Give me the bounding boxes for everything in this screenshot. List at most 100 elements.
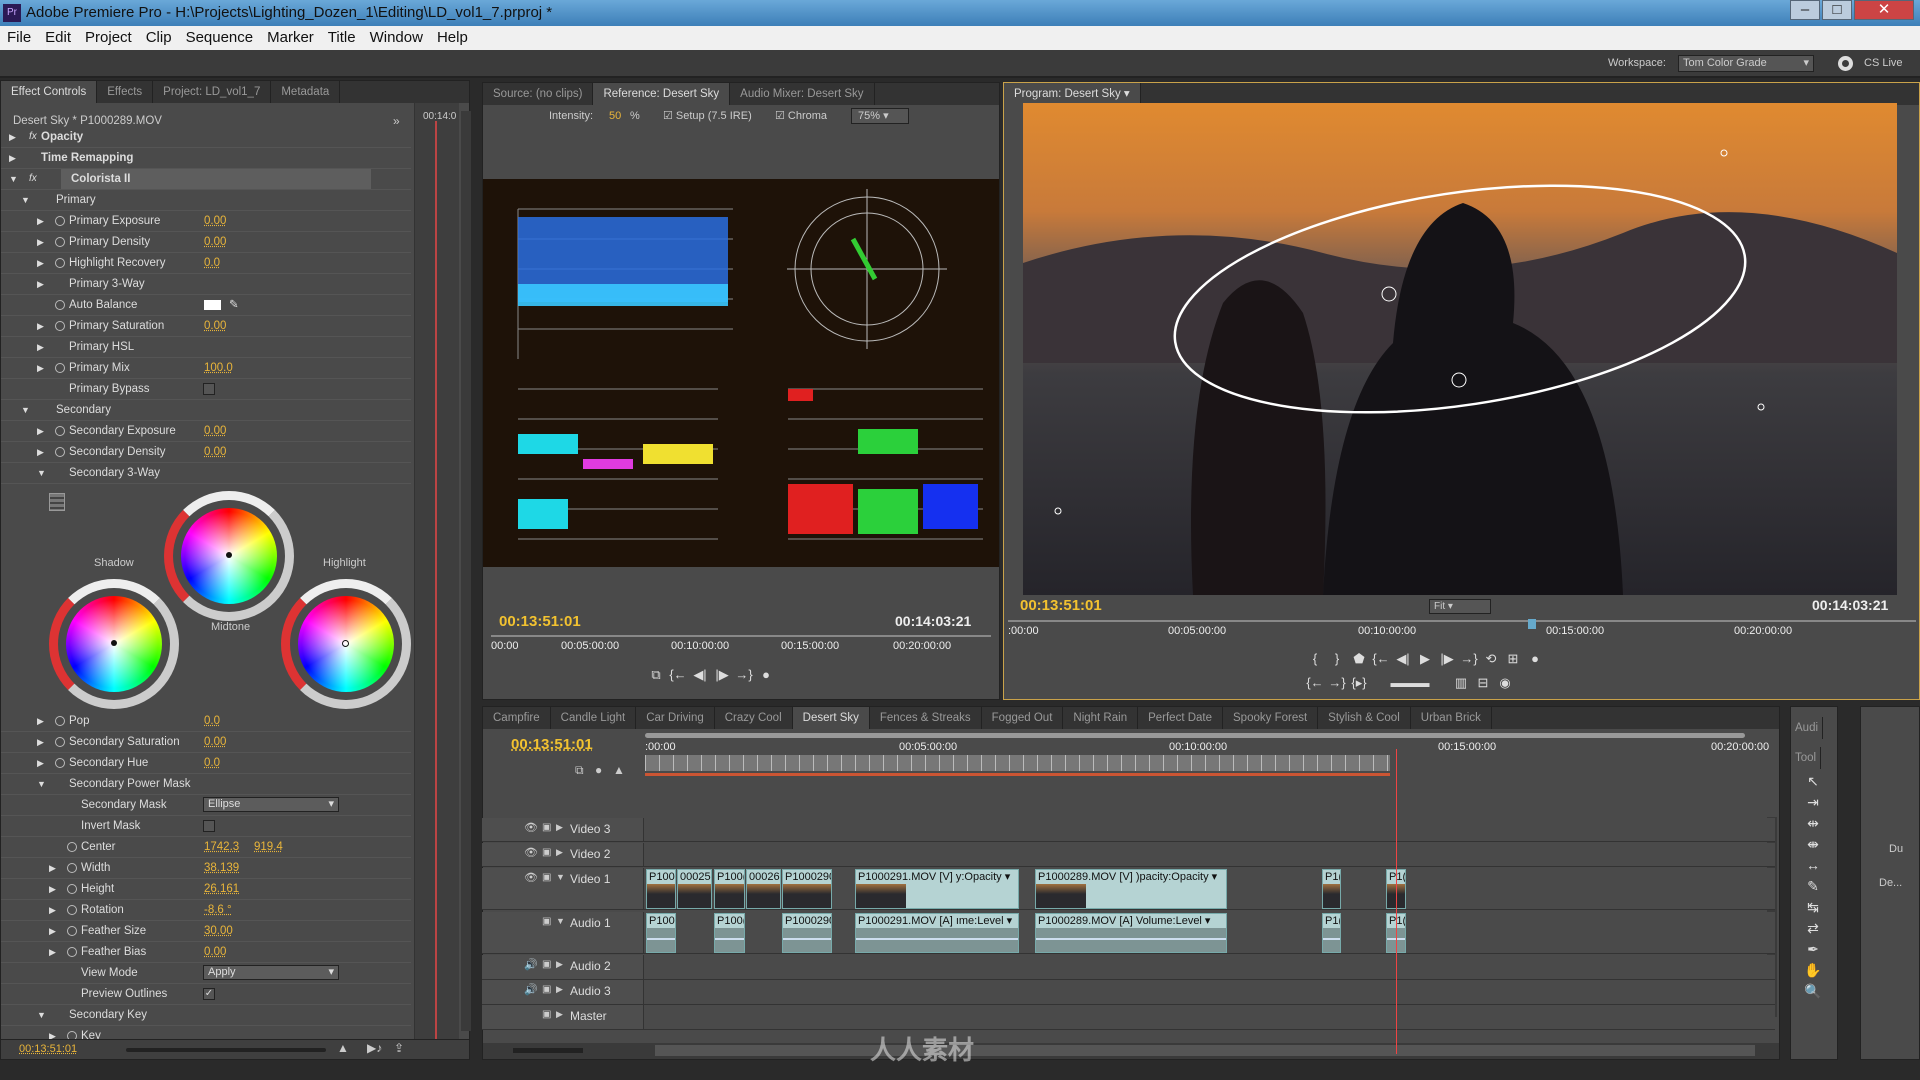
menu-clip[interactable]: Clip (139, 29, 179, 46)
zoom-icon[interactable]: 🔍 (1803, 981, 1823, 1002)
timeline-hscroll[interactable] (655, 1045, 1755, 1056)
sequence-tab-car-driving[interactable]: Car Driving (636, 707, 715, 729)
property-dropdown[interactable]: Ellipse (203, 797, 339, 812)
expand-track-icon[interactable]: ▶ (556, 959, 563, 970)
video-clip[interactable]: P1( (1322, 869, 1341, 909)
sequence-tab-night-rain[interactable]: Night Rain (1063, 707, 1139, 729)
property-value[interactable]: 0.00 (204, 421, 226, 441)
shadow-wheel-handle[interactable] (111, 640, 117, 646)
maximize-button[interactable]: □ (1822, 0, 1852, 20)
timeline-timecode[interactable]: 00:13:51:01 (511, 736, 593, 753)
highlight-wheel-handle[interactable] (342, 640, 349, 647)
go-to-out-icon[interactable]: →} (1458, 651, 1480, 666)
midtone-wheel-handle[interactable] (226, 552, 232, 558)
lift-icon[interactable]: {← (1304, 675, 1326, 690)
tab-tools[interactable]: Tool (1791, 747, 1822, 769)
forward-icon[interactable]: » (393, 114, 400, 128)
shuttle-slider[interactable]: ▬▬▬ (1370, 675, 1450, 690)
tab-audio-meters[interactable]: Audi (1791, 717, 1824, 739)
property-checkbox[interactable] (203, 820, 215, 832)
menu-marker[interactable]: Marker (260, 29, 321, 46)
sync-lock-icon[interactable]: ▣ (542, 984, 551, 995)
audio-clip[interactable]: P1000290 (782, 913, 832, 953)
stopwatch-icon[interactable] (55, 258, 65, 268)
play-icon[interactable]: ▶ (1414, 651, 1436, 667)
stopwatch-icon[interactable] (55, 426, 65, 436)
calculator-icon[interactable] (49, 493, 65, 511)
reference-timecode[interactable]: 00:13:51:01 (499, 613, 581, 630)
stopwatch-icon[interactable] (67, 842, 77, 852)
tab-effects[interactable]: Effects (97, 81, 154, 103)
jog-icon[interactable]: ▥ (1450, 675, 1472, 691)
scope-zoom-select[interactable]: 75% ▾ (851, 108, 909, 124)
timeline-zoom-slider[interactable] (513, 1048, 583, 1053)
gang-icon[interactable]: ⧉ (645, 667, 667, 683)
expand-arrow-icon[interactable]: ▶ (37, 316, 47, 336)
expand-arrow-icon[interactable]: ▶ (37, 211, 47, 231)
expand-arrow-icon[interactable]: ▶ (37, 337, 47, 357)
tab-source[interactable]: Source: (no clips) (483, 83, 594, 105)
property-value[interactable]: 26.161 (204, 879, 239, 899)
go-to-in-icon[interactable]: {← (667, 667, 689, 682)
speaker-icon[interactable]: 🔊 (524, 958, 538, 971)
property-value[interactable]: -8.6 ° (204, 900, 232, 920)
fx-icon[interactable]: fx (29, 127, 37, 147)
stopwatch-icon[interactable] (67, 863, 77, 873)
go-to-out-icon[interactable]: →} (733, 667, 755, 682)
trim-icon[interactable]: {▸} (1348, 675, 1370, 691)
expand-arrow-icon[interactable]: ▶ (49, 858, 59, 878)
property-value[interactable]: 0.00 (204, 942, 226, 962)
tab-audio-mixer[interactable]: Audio Mixer: Desert Sky (730, 83, 875, 105)
video-clip[interactable]: 00025 (677, 869, 712, 909)
sync-lock-icon[interactable]: ▣ (542, 822, 551, 833)
video-clip[interactable]: P1000289.MOV [V] )pacity:Opacity ▾ (1035, 869, 1227, 909)
property-dropdown[interactable]: Apply (203, 965, 339, 980)
vertical-scrollbar[interactable] (461, 111, 471, 1031)
hand-icon[interactable]: ✋ (1803, 960, 1823, 981)
sequence-tab-desert-sky[interactable]: Desert Sky (792, 707, 870, 729)
menu-help[interactable]: Help (430, 29, 475, 46)
expand-arrow-icon[interactable]: ▶ (37, 253, 47, 273)
safe-margins-icon[interactable]: ⊞ (1502, 651, 1524, 667)
sync-lock-icon[interactable]: ▣ (542, 847, 551, 858)
expand-arrow-icon[interactable]: ▶ (37, 442, 47, 462)
chroma-checkbox[interactable]: ☑ Chroma (775, 105, 827, 127)
stopwatch-icon[interactable] (55, 447, 65, 457)
sync-lock-icon[interactable]: ▣ (542, 959, 551, 970)
minimize-button[interactable]: – (1790, 0, 1820, 20)
step-forward-icon[interactable]: |▶ (711, 667, 733, 683)
rate-stretch-icon[interactable]: ↔ (1803, 855, 1823, 876)
expand-arrow-icon[interactable]: ▼ (21, 190, 31, 210)
sequence-tab-candle-light[interactable]: Candle Light (551, 707, 637, 729)
snap-icon[interactable]: ⧉ (575, 763, 584, 778)
ripple-edit-icon[interactable]: ⇹ (1803, 813, 1823, 834)
stopwatch-icon[interactable] (55, 300, 65, 310)
mark-in-icon[interactable]: { (1304, 651, 1326, 666)
close-button[interactable]: ✕ (1854, 0, 1914, 20)
output-icon[interactable]: ● (1524, 651, 1546, 666)
stopwatch-icon[interactable] (55, 363, 65, 373)
razor-icon[interactable]: ✎ (1803, 876, 1823, 897)
sequence-tab-stylish-cool[interactable]: Stylish & Cool (1318, 707, 1411, 729)
property-value[interactable]: 30.00 (204, 921, 233, 941)
sequence-tab-fences-streaks[interactable]: Fences & Streaks (870, 707, 982, 729)
property-checkbox[interactable]: ✓ (203, 988, 215, 1000)
expand-arrow-icon[interactable]: ▼ (9, 169, 19, 189)
export-icon[interactable]: ⇪ (394, 1041, 404, 1055)
property-value[interactable]: 0.00 (204, 442, 226, 462)
step-back-icon[interactable]: ◀| (1392, 651, 1414, 667)
video-clip[interactable]: P1000290 (782, 869, 832, 909)
property-checkbox[interactable] (203, 383, 215, 395)
expand-arrow-icon[interactable]: ▼ (21, 400, 31, 420)
expand-arrow-icon[interactable]: ▶ (37, 421, 47, 441)
video-clip[interactable]: P100( (714, 869, 745, 909)
sync-lock-icon[interactable]: ▣ (542, 916, 551, 927)
sequence-tab-urban-brick[interactable]: Urban Brick (1411, 707, 1492, 729)
expand-track-icon[interactable]: ▼ (556, 916, 565, 926)
property-value[interactable]: 0.00 (204, 316, 226, 336)
audio-clip[interactable]: P1( (1322, 913, 1341, 953)
video-clip[interactable]: 00026 (746, 869, 781, 909)
expand-track-icon[interactable]: ▶ (556, 847, 563, 858)
eye-icon[interactable]: 👁 (524, 846, 538, 859)
sync-lock-icon[interactable]: ▣ (542, 1009, 551, 1020)
